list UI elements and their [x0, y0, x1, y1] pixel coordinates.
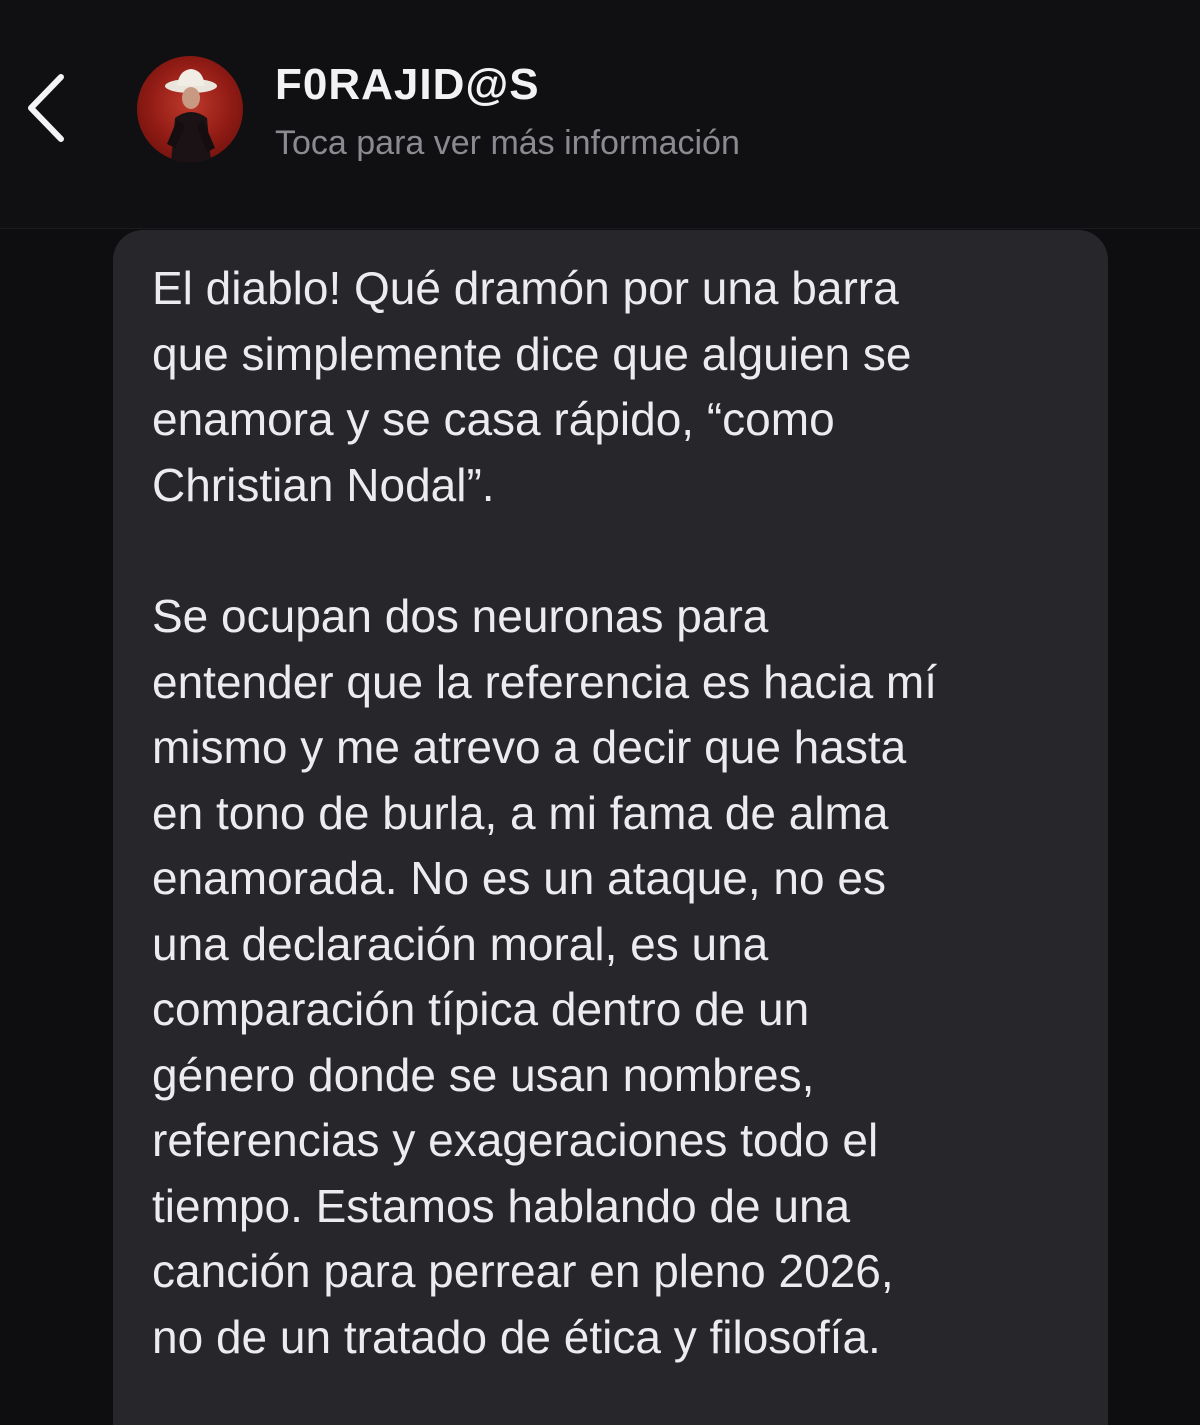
- message-line: Se ocupan dos neuronas para: [152, 590, 769, 642]
- message-line: género donde se usan nombres,: [152, 1048, 815, 1101]
- message-paragraph: Se ocupan dos neuronas para entender que…: [152, 584, 1088, 1370]
- message-bubble[interactable]: El diablo! Qué dramón por una barra que …: [113, 230, 1108, 1425]
- chat-screen: F0RAJID@S Toca para ver más información …: [0, 0, 1200, 1425]
- chevron-left-icon: [28, 74, 64, 142]
- message-line: comparación típica dentro de un: [152, 983, 810, 1035]
- message-line: una declaración moral, es una: [152, 917, 769, 970]
- profile-photo: [165, 69, 217, 162]
- message-line: que simplemente dice que alguien se: [152, 327, 912, 380]
- message-line: referencias y exageraciones todo el: [152, 1114, 879, 1166]
- message-line: en tono de burla, a mi fama de alma: [152, 786, 889, 839]
- chat-header: F0RAJID@S Toca para ver más información: [0, 0, 1200, 229]
- contact-info-hint[interactable]: Toca para ver más información: [275, 124, 740, 163]
- avatar[interactable]: [137, 56, 243, 162]
- message-line: entender que la referencia es hacia mí: [152, 655, 938, 708]
- message-line: tiempo. Estamos hablando de una: [152, 1179, 851, 1232]
- message-line: enamora y se casa rápido, “como: [152, 393, 835, 445]
- message-line: El diablo! Qué dramón por una barra: [152, 262, 899, 314]
- message-paragraph: El diablo! Qué dramón por una barra que …: [152, 256, 1088, 518]
- back-button[interactable]: [14, 66, 78, 150]
- message-line: no de un tratado de ética y filosofía.: [152, 1310, 881, 1363]
- message-line: canción para perrear en pleno 2026,: [152, 1245, 894, 1297]
- message-line: enamorada. No es un ataque, no es: [152, 852, 886, 904]
- message-line: Christian Nodal”.: [152, 458, 495, 511]
- message-line: mismo y me atrevo a decir que hasta: [152, 721, 907, 773]
- contact-name[interactable]: F0RAJID@S: [275, 60, 540, 110]
